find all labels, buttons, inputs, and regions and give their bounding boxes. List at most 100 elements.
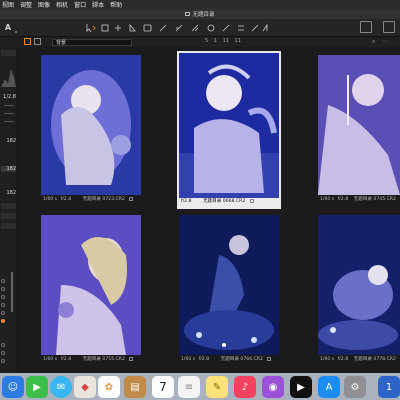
- aperture: f/2.8: [60, 357, 72, 362]
- main-toolbar: A ▫: [0, 19, 400, 37]
- panel-row[interactable]: [1, 203, 16, 209]
- photo-0668: [179, 53, 279, 198]
- photo-0745: [318, 55, 400, 195]
- maps-icon[interactable]: ◆: [74, 376, 96, 398]
- option-radio[interactable]: [1, 311, 5, 315]
- calendar-icon[interactable]: 7: [152, 376, 174, 398]
- facetime-icon[interactable]: ▶: [26, 376, 48, 398]
- shutter-speed: 1/60 s: [320, 197, 335, 202]
- menu-camera[interactable]: 相机: [56, 0, 68, 9]
- option-radio-active[interactable]: [1, 319, 5, 323]
- thumbnail-0755[interactable]: 1/60 s f/2.8 无题目录 0755.CR2: [41, 215, 141, 365]
- grid-layout-icon[interactable]: [24, 38, 31, 45]
- menu-window[interactable]: 窗口: [74, 0, 86, 9]
- badge-icon: [129, 356, 134, 361]
- filter-select[interactable]: 背景: [52, 38, 132, 46]
- more-icon[interactable]: ⋯: [382, 38, 388, 45]
- thumbnail-0745[interactable]: 1/60 s f/2.8 无题目录 0745.CR2: [318, 55, 400, 205]
- eraser-tool-icon: [175, 24, 183, 32]
- aperture: f/2.8: [337, 197, 349, 202]
- option-radio[interactable]: [1, 303, 5, 307]
- panel-header-box: [1, 50, 16, 56]
- panel-row[interactable]: [1, 223, 16, 229]
- filename: 无题目录 0755.CR2: [82, 357, 125, 362]
- shutter-speed: 1/60 s: [181, 357, 196, 362]
- thumbnail-caption: 1/60 s f/2.8 无题目录 0723.CR2: [41, 196, 141, 204]
- left-tool-panel: 1/2.8 182 182 182: [0, 47, 18, 373]
- option-radio[interactable]: [1, 343, 5, 347]
- menu-image[interactable]: 图像: [38, 0, 50, 9]
- menu-adjust[interactable]: 调整: [20, 0, 32, 9]
- option-radio[interactable]: [1, 359, 5, 363]
- count-3: 11: [222, 38, 229, 44]
- badge-icon: [129, 196, 134, 201]
- notes-icon[interactable]: ✎: [206, 376, 228, 398]
- reminders-icon[interactable]: ≡: [178, 376, 200, 398]
- thumbnail-caption: f/2.8 无题目录 0668.CR2: [179, 198, 279, 206]
- aperture: f/2.8: [181, 199, 192, 204]
- list-layout-icon[interactable]: [34, 38, 41, 45]
- thumbnail-0766[interactable]: 1/60 s f/2.8 无题目录 0766.CR2: [179, 215, 279, 365]
- photos-icon[interactable]: ✿: [98, 376, 120, 398]
- shutter-speed: 1/60 s: [320, 357, 335, 362]
- value-field[interactable]: 182: [1, 190, 16, 196]
- image-browser-grid: 1/60 s f/2.8 无题目录 0723.CR2 f/2.8 无题目录 06…: [18, 47, 400, 373]
- option-radio[interactable]: [1, 351, 5, 355]
- thumbnail-0778[interactable]: 1/60 s f/2.8 无题目录 0778.CR2: [318, 215, 400, 365]
- histogram-icon: [1, 69, 16, 87]
- thumbnail-0723[interactable]: 1/60 s f/2.8 无题目录 0723.CR2: [41, 55, 141, 205]
- keystone-tool-icon: [143, 24, 152, 32]
- brush-tool-icon: [159, 24, 167, 32]
- pointer-tool-icon: [86, 24, 92, 33]
- option-radio[interactable]: [1, 295, 5, 299]
- gradient-tool-icon: [191, 24, 199, 32]
- app-logo: A: [4, 23, 12, 32]
- heal-tool-icon: [222, 24, 230, 32]
- grid-view-toggle[interactable]: [360, 21, 372, 33]
- thumbnail-0668-selected[interactable]: f/2.8 无题目录 0668.CR2: [177, 51, 281, 209]
- value-field[interactable]: 182: [1, 138, 16, 144]
- window-title: 无题目录: [192, 12, 215, 18]
- shutter-speed: 1/60 s: [43, 357, 58, 362]
- clone-tool-icon: [238, 25, 244, 31]
- aperture: f/2.8: [337, 357, 349, 362]
- contacts-icon[interactable]: ▤: [124, 376, 146, 398]
- photo-0723: [41, 55, 141, 195]
- menu-view[interactable]: 视图: [2, 0, 14, 9]
- count-4: 11: [234, 38, 241, 44]
- count-1: 5: [205, 38, 209, 44]
- filename: 无题目录 0723.CR2: [82, 197, 125, 202]
- macos-dock: ☺ ▶ ✉ ◆ ✿ ▤ 7 ≡ ✎ ♪ ◉ ▶ A ⚙ 1: [0, 373, 400, 400]
- photo-0766: [179, 215, 279, 355]
- panel-slider[interactable]: [4, 121, 14, 122]
- window-title-bar: 无题目录: [0, 9, 400, 19]
- calendar-day: 7: [159, 380, 167, 394]
- thumbnail-caption: 1/60 s f/2.8 无题目录 0755.CR2: [41, 356, 141, 364]
- podcasts-icon[interactable]: ◉: [262, 376, 284, 398]
- menu-scripts[interactable]: 脚本: [92, 0, 104, 9]
- menu-help[interactable]: 帮助: [110, 0, 122, 9]
- value-field-active[interactable]: 182: [1, 166, 16, 172]
- panel-slider[interactable]: [4, 113, 14, 114]
- tool-icons-strip: [86, 23, 268, 33]
- aperture: f/2.8: [60, 197, 72, 202]
- circle-mask-icon: [207, 24, 215, 32]
- capture-one-icon[interactable]: 1: [378, 376, 400, 398]
- crop-tool-icon: [101, 24, 109, 32]
- option-radio[interactable]: [1, 279, 5, 283]
- app-store-icon[interactable]: A: [318, 376, 340, 398]
- messages-icon[interactable]: ✉: [50, 376, 72, 398]
- option-radio[interactable]: [1, 287, 5, 291]
- apple-tv-icon[interactable]: ▶: [290, 376, 312, 398]
- system-preferences-icon[interactable]: ⚙: [344, 376, 366, 398]
- aperture: f/2.8: [198, 357, 210, 362]
- panel-row[interactable]: [1, 213, 16, 219]
- thumbnail-caption: 1/60 s f/2.8 无题目录 0745.CR2: [318, 196, 400, 204]
- finder-icon[interactable]: ☺: [2, 376, 24, 398]
- thumbnail-caption: 1/60 s f/2.8 无题目录 0778.CR2: [318, 356, 400, 364]
- music-icon[interactable]: ♪: [234, 376, 256, 398]
- viewer-toggle[interactable]: [383, 21, 395, 33]
- panel-slider[interactable]: [4, 105, 14, 106]
- search-icon[interactable]: ⌕: [372, 38, 375, 46]
- panel-scrollbar[interactable]: [11, 272, 13, 312]
